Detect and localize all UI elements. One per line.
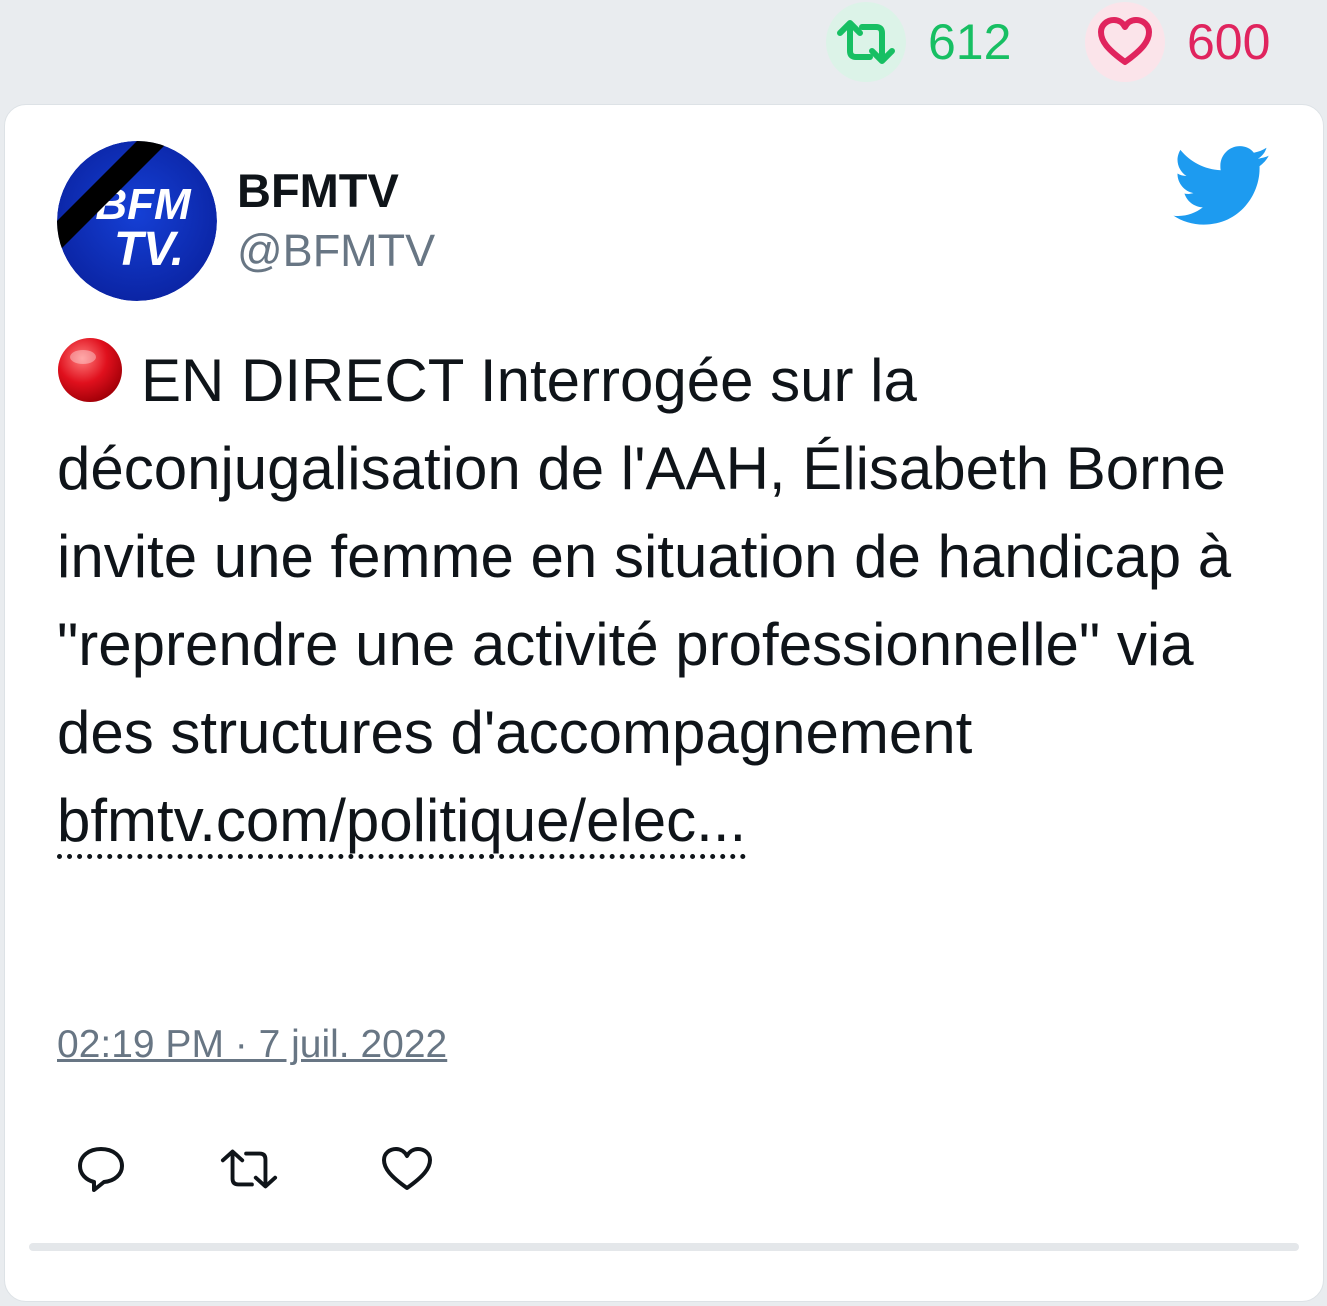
tweet-body: EN DIRECT Interrogée sur la déconjugalis… bbox=[57, 347, 1232, 766]
like-count: 600 bbox=[1187, 14, 1271, 70]
heart-icon bbox=[382, 1147, 432, 1190]
reply-icon bbox=[78, 1147, 124, 1192]
like-stat[interactable]: 600 bbox=[1085, 0, 1270, 84]
reply-button[interactable] bbox=[71, 1139, 131, 1199]
tweet-card: BFM TV. BFMTV @BFMTV EN DIRECT Interrogé… bbox=[4, 104, 1324, 1302]
retweet-button[interactable] bbox=[219, 1139, 279, 1199]
card-divider bbox=[29, 1243, 1299, 1251]
like-button[interactable] bbox=[377, 1139, 437, 1199]
red-circle-icon bbox=[57, 337, 123, 403]
twitter-bird-icon[interactable] bbox=[1173, 145, 1271, 229]
author-name[interactable]: BFMTV bbox=[237, 163, 399, 218]
retweet-icon bbox=[826, 2, 906, 82]
tweet-actions bbox=[57, 1139, 557, 1199]
tweet-text: EN DIRECT Interrogée sur la déconjugalis… bbox=[57, 337, 1277, 865]
heart-icon bbox=[1085, 2, 1165, 82]
avatar-logo-text-2: TV. bbox=[114, 223, 184, 276]
retweet-icon bbox=[220, 1149, 278, 1189]
tweet-timestamp[interactable]: 02:19 PM · 7 juil. 2022 bbox=[57, 1023, 447, 1067]
tweet-link[interactable]: bfmtv.com/politique/elec... bbox=[57, 787, 747, 859]
retweet-stat[interactable]: 612 bbox=[826, 0, 1011, 84]
engagement-stats: 612 600 bbox=[0, 0, 1327, 104]
avatar[interactable]: BFM TV. bbox=[57, 141, 217, 301]
author-handle[interactable]: @BFMTV bbox=[237, 225, 435, 277]
retweet-count: 612 bbox=[928, 14, 1012, 70]
